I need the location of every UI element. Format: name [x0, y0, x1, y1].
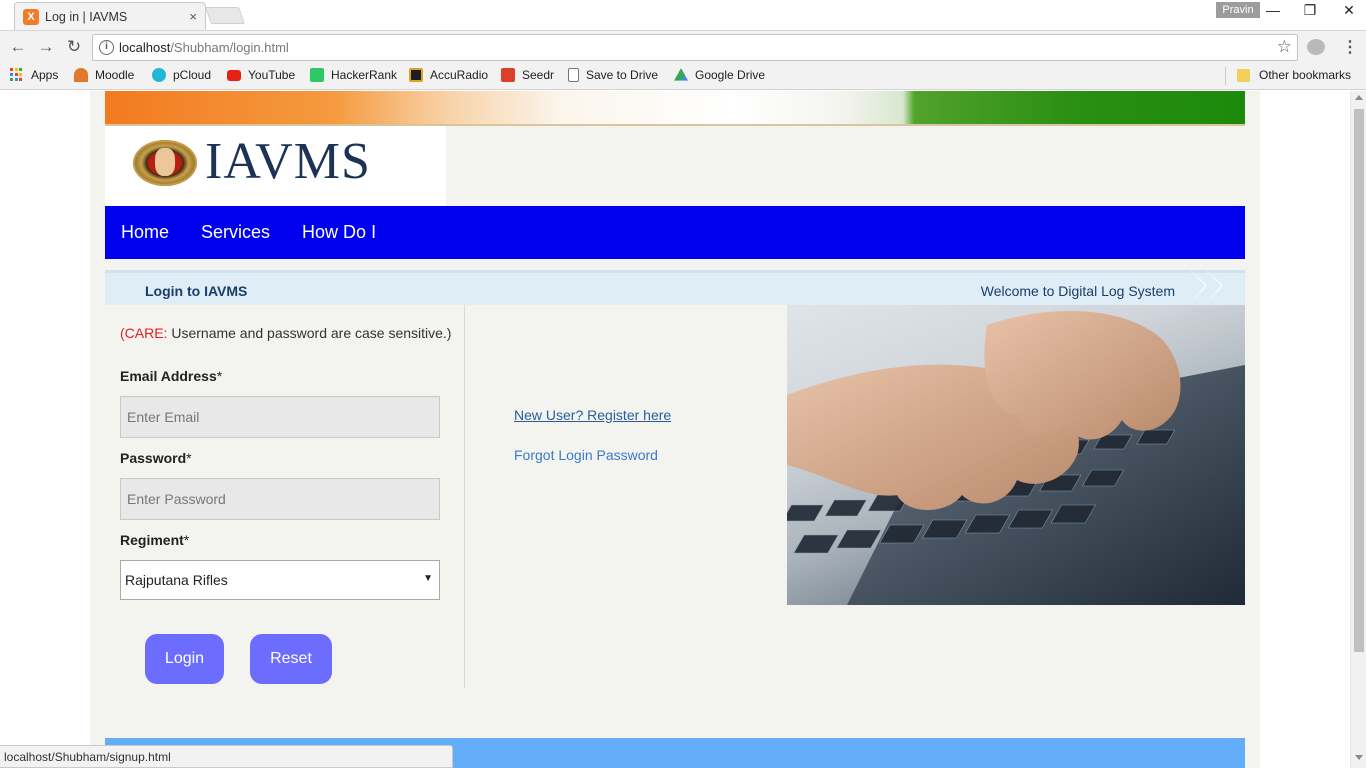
- bookmark-label: YouTube: [248, 68, 296, 82]
- accuradio-icon: [409, 68, 423, 82]
- regiment-label: Regiment*: [120, 532, 189, 548]
- restore-icon[interactable]: ❐: [1298, 2, 1322, 19]
- care-text: Username and password are case sensitive…: [167, 325, 452, 341]
- url-path: /Shubham/login.html: [170, 40, 289, 55]
- bookmark-youtube[interactable]: YouTube: [227, 68, 295, 82]
- bookmark-google-drive[interactable]: Google Drive: [674, 68, 765, 82]
- browser-tab[interactable]: X Log in | IAVMS ×: [14, 2, 206, 30]
- bookmark-moodle[interactable]: Moodle: [74, 68, 134, 82]
- regiment-select[interactable]: Rajputana Rifles ▼: [120, 560, 440, 600]
- page-icon: [568, 68, 579, 82]
- browser-menu-icon[interactable]: ⋮: [1342, 37, 1358, 57]
- folder-icon: [1237, 68, 1250, 82]
- nav-how-do-i[interactable]: How Do I: [302, 222, 376, 243]
- scroll-thumb[interactable]: [1354, 109, 1364, 652]
- required-mark: *: [186, 450, 192, 466]
- bookmark-star-icon[interactable]: ☆: [1277, 37, 1292, 57]
- bookmarks-bar: Apps Moodle pCloud YouTube HackerRank Ac…: [0, 63, 1366, 90]
- tab-title: Log in | IAVMS: [45, 9, 128, 24]
- profile-button[interactable]: Pravin: [1216, 2, 1260, 18]
- bookmark-label: Google Drive: [695, 68, 766, 82]
- bookmark-apps[interactable]: Apps: [10, 68, 58, 82]
- hackerrank-icon: [310, 68, 324, 82]
- minimize-icon[interactable]: —: [1261, 2, 1285, 18]
- main-navigation: Home Services How Do I: [105, 206, 1245, 259]
- bookmark-label: Apps: [31, 68, 59, 82]
- email-label-text: Email Address: [120, 368, 217, 384]
- info-icon[interactable]: i: [99, 40, 114, 55]
- email-label: Email Address*: [120, 368, 222, 384]
- dropdown-arrow-icon: ▼: [423, 573, 433, 584]
- scroll-up-arrow-icon[interactable]: [1355, 95, 1363, 100]
- bookmark-label: HackerRank: [331, 68, 398, 82]
- login-button[interactable]: Login: [145, 634, 224, 684]
- new-tab-button[interactable]: [204, 7, 246, 24]
- xampp-favicon-icon: X: [23, 8, 39, 25]
- browser-toolbar: ← → ↻ i localhost/Shubham/login.html ☆ ⋮: [0, 30, 1366, 63]
- site-logo[interactable]: IAVMS: [105, 126, 446, 206]
- welcome-text: Welcome to Digital Log System: [980, 283, 1175, 299]
- youtube-icon: [227, 69, 241, 81]
- apps-grid-icon: [10, 68, 24, 82]
- url-host: localhost: [119, 40, 171, 55]
- bookmark-label: Save to Drive: [586, 68, 659, 82]
- register-link[interactable]: New User? Register here: [514, 407, 671, 423]
- address-bar[interactable]: i localhost/Shubham/login.html ☆: [92, 34, 1298, 61]
- extension-icon[interactable]: [1307, 39, 1325, 55]
- password-label-text: Password: [120, 450, 187, 466]
- bookmark-label: Moodle: [95, 68, 135, 82]
- password-field[interactable]: Enter Password: [120, 478, 440, 520]
- reload-icon[interactable]: ↻: [64, 37, 84, 57]
- care-prefix: (CARE:: [120, 325, 168, 341]
- tab-close-icon[interactable]: ×: [189, 9, 197, 24]
- bookmark-pcloud[interactable]: pCloud: [152, 68, 211, 82]
- typing-hands-photo: [787, 305, 1245, 605]
- other-bookmarks-label: Other bookmarks: [1259, 68, 1352, 82]
- moodle-icon: [74, 68, 88, 82]
- nav-home[interactable]: Home: [121, 222, 169, 243]
- google-drive-icon: [674, 68, 688, 81]
- nav-services[interactable]: Services: [201, 222, 270, 243]
- regiment-selected-value: Rajputana Rifles: [125, 572, 228, 588]
- pcloud-icon: [152, 68, 166, 82]
- vertical-scrollbar[interactable]: [1350, 91, 1366, 768]
- other-bookmarks[interactable]: Other bookmarks: [1237, 68, 1351, 82]
- back-icon[interactable]: ←: [8, 37, 28, 57]
- bookmarks-divider: [1225, 67, 1226, 85]
- care-note: (CARE: Username and password are case se…: [120, 325, 451, 341]
- forgot-password-link[interactable]: Forgot Login Password: [514, 447, 658, 463]
- bookmark-label: Seedr: [522, 68, 555, 82]
- forward-icon[interactable]: →: [36, 37, 56, 57]
- scroll-down-arrow-icon[interactable]: [1355, 755, 1363, 760]
- window-close-icon[interactable]: ✕: [1337, 2, 1361, 19]
- required-mark: *: [216, 368, 223, 384]
- regiment-label-text: Regiment: [120, 532, 184, 548]
- reset-button[interactable]: Reset: [250, 634, 332, 684]
- bookmark-save-to-drive[interactable]: Save to Drive: [568, 68, 658, 82]
- login-title: Login to IAVMS: [145, 283, 248, 299]
- chevron-mask: [1207, 270, 1221, 302]
- army-emblem-icon: [133, 140, 197, 186]
- required-mark: *: [183, 532, 190, 548]
- login-header-bar: Login to IAVMS Welcome to Digital Log Sy…: [105, 270, 1245, 305]
- email-field[interactable]: Enter Email: [120, 396, 440, 438]
- url-text: localhost/Shubham/login.html: [119, 40, 289, 55]
- chevron-mask: [1191, 270, 1205, 302]
- bookmark-label: AccuRadio: [430, 68, 489, 82]
- seedr-icon: [501, 68, 515, 82]
- page-viewport: IAVMS Home Services How Do I Login to IA…: [0, 91, 1350, 768]
- password-label: Password*: [120, 450, 192, 466]
- login-form: (CARE: Username and password are case se…: [105, 305, 465, 688]
- bookmark-accuradio[interactable]: AccuRadio: [409, 68, 488, 82]
- emblem-center: [155, 148, 175, 176]
- status-bubble: localhost/Shubham/signup.html: [0, 745, 453, 768]
- bookmark-seedr[interactable]: Seedr: [501, 68, 554, 82]
- logo-text: IAVMS: [205, 133, 371, 190]
- bookmark-label: pCloud: [173, 68, 212, 82]
- bookmark-hackerrank[interactable]: HackerRank: [310, 68, 397, 82]
- tab-strip: X Log in | IAVMS × Pravin — ❐ ✕: [0, 0, 1366, 30]
- keyboard-illustration: [787, 311, 1245, 605]
- tricolor-banner: [105, 91, 1245, 125]
